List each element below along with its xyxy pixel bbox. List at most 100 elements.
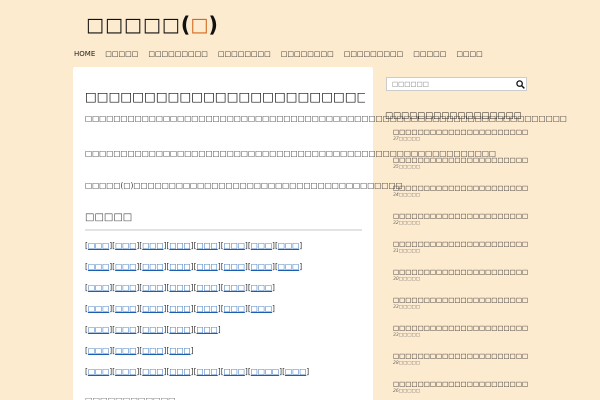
category-link[interactable]: □□□ — [251, 262, 272, 271]
link-row: [□□□][□□□][□□□][□□□][□□□] — [85, 324, 365, 345]
sidebar-post-title[interactable]: □□□□□□□□□□□□□□□□□□□□□□□□□□□□□□□□□□ — [393, 156, 528, 164]
category-link[interactable]: □□□ — [197, 325, 218, 334]
category-link[interactable]: □□□ — [142, 346, 163, 355]
sidebar-post-item[interactable]: □□□□□□□□□□□□□□□□□□□□□□□□□□□□□□□□□31□□□□□ — [393, 240, 528, 268]
bracket: ] — [306, 367, 310, 376]
sidebar-post-title[interactable]: □□□□□□□□□□□□□□□□□□□□□□□□□□□□□□□□□□ — [393, 184, 528, 192]
category-link[interactable]: □□□ — [197, 367, 218, 376]
category-link[interactable]: □□□ — [251, 241, 272, 250]
sidebar-post-item[interactable]: □□□□□□□□□□□□□□□□□□□□□□□□□□□□□□□□□33□□□□□ — [393, 324, 528, 352]
category-link[interactable]: □□□ — [224, 241, 245, 250]
category-link[interactable]: □□□ — [142, 241, 163, 250]
category-link[interactable]: □□□ — [88, 346, 109, 355]
sidebar-post-title[interactable]: □□□□□□□□□□□□□□□□□□□□□□□□□□□□□□□□□□ — [393, 268, 528, 276]
bracket: ] — [190, 346, 194, 355]
sidebar-post-item[interactable]: □□□□□□□□□□□□□□□□□□□□□□□□□□□□□□□□□□34□□□□… — [393, 184, 528, 212]
link-row: [□□□][□□□][□□□][□□□][□□□][□□□][□□□] — [85, 303, 365, 324]
sidebar-post-date: 37□□□□□ — [393, 137, 420, 142]
category-link[interactable]: □□□ — [251, 304, 272, 313]
sidebar-post-item[interactable]: □□□□□□□□□□□□□□□□□□□□□□□□□□□□□□□□□□33□□□□… — [393, 296, 528, 324]
category-link[interactable]: □□□□ — [251, 367, 279, 376]
category-link[interactable]: □□□ — [224, 304, 245, 313]
category-link[interactable]: □□□ — [142, 304, 163, 313]
category-link[interactable]: □□□ — [278, 241, 299, 250]
sidebar-post-title[interactable]: □□□□□□□□□□□□□□□□□□□□□□□□□□□□□□□□□ — [393, 240, 528, 248]
sub-section-heading: □□□□□□□□□□□□ — [85, 396, 362, 400]
nav-item-3[interactable]: □□□□□□□□ — [218, 50, 271, 58]
category-link[interactable]: □□□ — [197, 241, 218, 250]
category-link[interactable]: □□□ — [142, 283, 163, 292]
category-link[interactable]: □□□ — [224, 367, 245, 376]
nav-item-2[interactable]: □□□□□□□□□ — [148, 50, 208, 58]
link-row: [□□□][□□□][□□□][□□□][□□□][□□□][□□□] — [85, 282, 365, 303]
sidebar-post-title[interactable]: □□□□□□□□□□□□□□□□□□□□□□□□□□□□□□□□□ — [393, 324, 528, 332]
link-row: [□□□][□□□][□□□][□□□] — [85, 345, 365, 366]
sidebar-post-item[interactable]: □□□□□□□□□□□□□□□□□□□□□□□□□□□□□□□□□□□37□□□… — [393, 128, 528, 156]
search-icon[interactable] — [514, 78, 526, 90]
nav-item-home[interactable]: HOME — [74, 50, 95, 58]
nav-item-7[interactable]: □□□□ — [456, 50, 482, 58]
sidebar-post-title[interactable]: □□□□□□□□□□□□□□□□□□□□□□□□□□□□□□□□ — [393, 352, 528, 360]
category-link[interactable]: □□□ — [169, 241, 190, 250]
search-input[interactable] — [387, 80, 514, 88]
category-link[interactable]: □□□ — [169, 262, 190, 271]
category-link[interactable]: □□□ — [88, 283, 109, 292]
sidebar-post-date: 35□□□□□ — [393, 165, 420, 170]
category-link[interactable]: □□□ — [142, 325, 163, 334]
category-link[interactable]: □□□ — [115, 283, 136, 292]
category-link[interactable]: □□□ — [88, 367, 109, 376]
sidebar-post-item[interactable]: □□□□□□□□□□□□□□□□□□□□□□□□□□□□□□□□□□30□□□□… — [393, 268, 528, 296]
category-link[interactable]: □□□ — [88, 241, 109, 250]
post-paragraph: □□□□□(□)□□□□□□□□□□□□□□□□□□□□□□□□□□□□□□□□… — [85, 181, 403, 190]
category-link[interactable]: □□□ — [224, 262, 245, 271]
category-link[interactable]: □□□ — [197, 262, 218, 271]
category-link[interactable]: □□□ — [115, 262, 136, 271]
category-link[interactable]: □□□ — [169, 283, 190, 292]
category-link[interactable]: □□□ — [115, 325, 136, 334]
post-paragraph: □□□□□□□□□□□□□□□□□□□□□□□□□□□□□□□□□□□□□□□□… — [85, 149, 496, 158]
sidebar-post-title[interactable]: □□□□□□□□□□□□□□□□□□□□□□□□□□□□□□□ — [393, 380, 528, 388]
site-logo[interactable]: □□□□□ ( □ ) — [86, 10, 218, 40]
category-link[interactable]: □□□ — [115, 304, 136, 313]
sidebar-post-date: 34□□□□□ — [393, 193, 420, 198]
bracket: ] — [272, 304, 275, 313]
sidebar-post-title[interactable]: □□□□□□□□□□□□□□□□□□□□□□□□□□□□□□□□ — [393, 212, 528, 220]
sidebar-post-item[interactable]: □□□□□□□□□□□□□□□□□□□□□□□□□□□□□□□□□□35□□□□… — [393, 156, 528, 184]
category-link[interactable]: □□□ — [169, 325, 190, 334]
sidebar-heading: □□□□□□□□□□□□□□□□□ — [385, 111, 522, 121]
category-link[interactable]: □□□ — [224, 283, 245, 292]
bracket: ] — [217, 325, 221, 334]
sidebar-post-date: 26□□□□□ — [393, 389, 420, 394]
category-link[interactable]: □□□ — [251, 283, 272, 292]
sidebar-post-item[interactable]: □□□□□□□□□□□□□□□□□□□□□□□□□□□□□□□26□□□□□ — [393, 380, 528, 400]
sidebar-post-item[interactable]: □□□□□□□□□□□□□□□□□□□□□□□□□□□□□□□□28□□□□□ — [393, 352, 528, 380]
category-link[interactable]: □□□ — [197, 283, 218, 292]
sidebar-post-date: 31□□□□□ — [393, 249, 420, 254]
bracket: ] — [299, 262, 303, 271]
sidebar-post-title[interactable]: □□□□□□□□□□□□□□□□□□□□□□□□□□□□□□□□□□□ — [393, 128, 528, 136]
search-box — [386, 77, 527, 91]
sidebar-post-title[interactable]: □□□□□□□□□□□□□□□□□□□□□□□□□□□□□□□□□□ — [393, 296, 528, 304]
category-link[interactable]: □□□ — [88, 304, 109, 313]
category-link[interactable]: □□□ — [88, 325, 109, 334]
category-link[interactable]: □□□ — [197, 304, 218, 313]
category-link[interactable]: □□□ — [115, 367, 136, 376]
category-link[interactable]: □□□ — [115, 346, 136, 355]
nav-item-1[interactable]: □□□□□ — [105, 50, 138, 58]
category-link[interactable]: □□□ — [278, 262, 299, 271]
sidebar-post-item[interactable]: □□□□□□□□□□□□□□□□□□□□□□□□□□□□□□□□32□□□□□ — [393, 212, 528, 240]
category-link[interactable]: □□□ — [169, 367, 190, 376]
nav-item-5[interactable]: □□□□□□□□□ — [344, 50, 404, 58]
sidebar-post-date: 30□□□□□ — [393, 277, 420, 282]
category-link[interactable]: □□□ — [142, 262, 163, 271]
nav-item-6[interactable]: □□□□□ — [413, 50, 446, 58]
sidebar-post-date: 33□□□□□ — [393, 305, 420, 310]
category-link[interactable]: □□□ — [88, 262, 109, 271]
category-link[interactable]: □□□ — [169, 304, 190, 313]
category-link[interactable]: □□□ — [285, 367, 306, 376]
category-link[interactable]: □□□ — [115, 241, 136, 250]
nav-item-4[interactable]: □□□□□□□□ — [281, 50, 334, 58]
category-link[interactable]: □□□ — [169, 346, 190, 355]
category-link[interactable]: □□□ — [142, 367, 163, 376]
logo-bracket-open: ( — [180, 13, 191, 37]
